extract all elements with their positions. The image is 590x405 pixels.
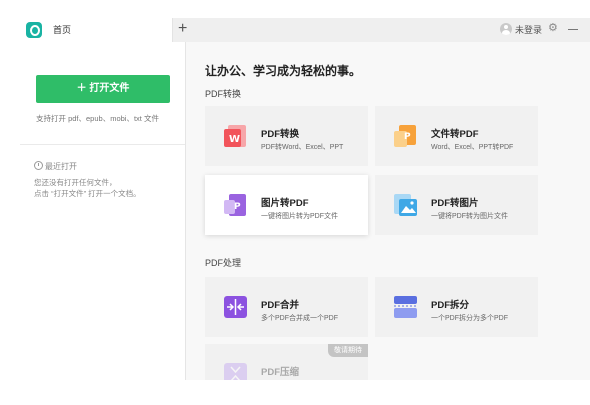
clock-icon — [34, 161, 43, 170]
empty-recent-text: 您还没有打开任何文件， — [34, 178, 117, 187]
svg-text:P: P — [404, 132, 411, 142]
card-title: 文件转PDF — [431, 129, 479, 140]
card-title: PDF转图片 — [431, 198, 479, 209]
tab-home[interactable]: 首页 — [20, 18, 173, 42]
file-to-pdf-icon: P — [394, 125, 416, 147]
sidebar: ＋ 打开文件 支持打开 pdf、epub、mobi、txt 文件 最近打开 您还… — [20, 42, 186, 380]
card-desc: Word、Excel、PPT转PDF — [431, 144, 514, 151]
empty-recent-hint: 点击 “打开文件” 打开一个文档。 — [34, 189, 141, 198]
pdf-to-word-icon: W — [224, 125, 246, 147]
card-pdf-to-image[interactable]: PDF转图片 一键将PDF转为图片文件 — [375, 175, 538, 235]
pdf-compress-icon — [224, 363, 247, 380]
pdf-split-icon — [394, 296, 417, 318]
card-title: PDF拆分 — [431, 300, 470, 311]
card-image-to-pdf[interactable]: P 图片转PDF 一键将图片转为PDF文件 — [205, 175, 368, 235]
card-pdf-split[interactable]: PDF拆分 一个PDF拆分为多个PDF — [375, 277, 538, 337]
supported-formats-text: 支持打开 pdf、epub、mobi、txt 文件 — [36, 114, 159, 123]
image-to-pdf-icon: P — [224, 194, 246, 216]
tab-label: 首页 — [53, 25, 72, 35]
section-title-process: PDF处理 — [205, 258, 242, 268]
user-avatar-icon — [500, 23, 512, 35]
recent-files-heading: 最近打开 — [34, 161, 77, 172]
svg-text:P: P — [234, 202, 241, 212]
card-title: PDF合并 — [261, 300, 300, 311]
card-title: 图片转PDF — [261, 198, 309, 209]
card-desc: PDF转Word、Excel、PPT — [261, 144, 344, 151]
minimize-icon[interactable] — [568, 29, 578, 30]
title-bar: 首页 + 未登录 ⚙ — [20, 18, 590, 42]
section-title-convert: PDF转换 — [205, 89, 242, 99]
app-logo-icon — [26, 22, 42, 38]
card-file-to-pdf[interactable]: P 文件转PDF Word、Excel、PPT转PDF — [375, 106, 538, 166]
card-title: PDF转换 — [261, 129, 300, 140]
page-headline: 让办公、学习成为轻松的事。 — [205, 64, 362, 78]
recent-title-label: 最近打开 — [45, 162, 77, 171]
open-file-button[interactable]: ＋ 打开文件 — [36, 75, 170, 103]
svg-text:W: W — [229, 134, 240, 145]
card-pdf-compress: PDF压缩 敬请期待 — [205, 344, 368, 380]
card-pdf-convert[interactable]: W PDF转换 PDF转Word、Excel、PPT — [205, 106, 368, 166]
pdf-merge-icon — [224, 296, 247, 318]
coming-soon-badge: 敬请期待 — [328, 344, 368, 357]
card-title: PDF压缩 — [261, 367, 300, 378]
pdf-to-image-icon — [394, 194, 417, 216]
app-window: 首页 + 未登录 ⚙ ＋ 打开文件 支持打开 pdf、epub、mobi、txt… — [20, 18, 590, 380]
sidebar-divider — [20, 144, 185, 145]
login-label: 未登录 — [515, 25, 543, 35]
card-desc: 一键将PDF转为图片文件 — [431, 213, 508, 220]
card-desc: 一个PDF拆分为多个PDF — [431, 315, 508, 322]
card-pdf-merge[interactable]: PDF合并 多个PDF合并成一个PDF — [205, 277, 368, 337]
card-desc: 一键将图片转为PDF文件 — [261, 213, 338, 220]
new-tab-button[interactable]: + — [178, 19, 187, 39]
main-panel: 让办公、学习成为轻松的事。 PDF转换 W PDF转换 PDF转Word、Exc… — [186, 42, 590, 380]
settings-icon[interactable]: ⚙ — [548, 21, 558, 34]
card-desc: 多个PDF合并成一个PDF — [261, 315, 338, 322]
